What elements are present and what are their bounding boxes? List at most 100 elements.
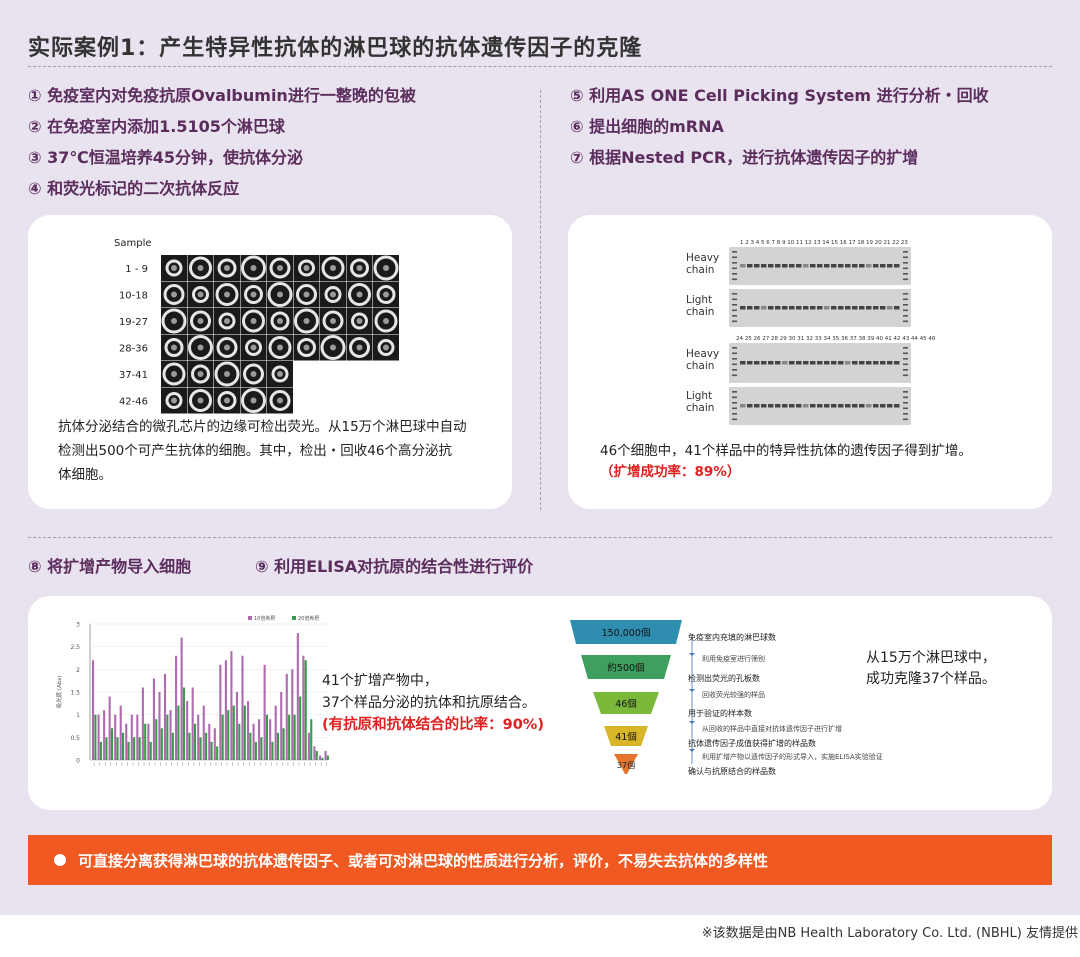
- bar-x20: [227, 710, 230, 760]
- funnel-level-label: 約500個: [607, 662, 644, 674]
- legend-label: 10倍希釈: [254, 615, 275, 622]
- ladder-band: [903, 304, 908, 306]
- gel-band: [768, 361, 774, 365]
- funnel-arrow-2: 回收荧光较强的样品: [702, 691, 765, 699]
- bar-x10: [280, 692, 283, 760]
- elisa-bar-chart: 3 2.5 2 1.5 1 0.5 0 吸光度 (Abs) 10倍希釈 20倍希釈: [55, 615, 329, 766]
- gel-band: [782, 306, 788, 310]
- gel-band: [740, 361, 746, 365]
- microarray-caption-line: 体细胞。: [58, 467, 112, 483]
- bar-x10: [274, 705, 277, 760]
- ladder-band: [903, 251, 908, 253]
- step-8: ⑧ 将扩增产物导入细胞: [28, 557, 192, 576]
- bar-x10: [318, 755, 322, 760]
- gel-band: [810, 264, 816, 268]
- y-tick-label: 1: [76, 712, 80, 719]
- ladder-band: [903, 293, 908, 295]
- funnel-arrow-4: 利用扩增产物以遗传因子的形式导入，实施ELISA实验验证: [702, 753, 883, 761]
- bar-x20: [144, 723, 147, 760]
- gel-band: [845, 264, 851, 268]
- elisa-card: 3 2.5 2 1.5 1 0.5 0 吸光度 (Abs) 10倍希釈 20倍希釈 41个扩增产物…: [28, 596, 1052, 810]
- gel-band: [873, 361, 879, 365]
- gel-band: [796, 306, 802, 310]
- elisa-highlight: (有抗原和抗体结合的比率：90%): [322, 717, 544, 733]
- ladder-band: [903, 413, 908, 415]
- well-center: [224, 371, 230, 377]
- gel-band: [789, 404, 795, 408]
- flow-arrow-icon: [689, 653, 695, 656]
- bar-x20: [110, 728, 114, 760]
- gel-row-label: Light: [686, 294, 712, 306]
- clone-caption: 从15万个淋巴球中， 成功克隆37个样品。: [866, 648, 1046, 690]
- gel-band: [761, 306, 767, 310]
- gel-band: [887, 264, 893, 268]
- bar-x10: [252, 723, 255, 760]
- y-tick-label: 3: [76, 622, 80, 629]
- gel-band: [859, 361, 865, 365]
- gel-row-label: chain: [686, 360, 714, 372]
- ladder-band: [903, 402, 908, 404]
- gel-band: [796, 404, 802, 408]
- funnel-level-label: 41個: [615, 731, 637, 743]
- gel-band: [873, 404, 879, 408]
- ladder-band: [903, 256, 908, 259]
- gel-band: [824, 361, 830, 365]
- gel-band: [887, 306, 893, 310]
- bar-x10: [114, 714, 117, 760]
- gel-band: [803, 404, 809, 408]
- ladder-band: [732, 396, 737, 399]
- funnel-arrow-1: 利用免疫室进行筛别: [702, 655, 765, 663]
- well-center: [277, 344, 283, 351]
- well-center: [250, 291, 257, 298]
- bar-x20: [138, 737, 141, 760]
- well-center: [383, 265, 389, 271]
- ladder-band: [903, 309, 908, 312]
- bar-x10: [163, 673, 167, 760]
- gel-band: [754, 264, 760, 268]
- gel-band: [831, 404, 837, 408]
- well-center: [277, 371, 283, 377]
- bar-x10: [258, 719, 261, 760]
- ladder-band: [732, 402, 737, 404]
- ladder-band: [732, 278, 737, 281]
- gel-band: [866, 306, 872, 310]
- ladder-band: [732, 363, 737, 366]
- gel-band: [803, 264, 809, 268]
- gel-band: [838, 306, 844, 310]
- bar-x10: [152, 678, 155, 760]
- well-center: [303, 291, 310, 298]
- well-center: [197, 344, 204, 351]
- lane-numbers-top: 1 2 3 4 5 6 7 8 9 10 11 12 13 14 15 16 1…: [740, 240, 908, 246]
- gel-band: [768, 264, 774, 268]
- column-divider: [540, 90, 541, 510]
- gel-card: 1 2 3 4 5 6 7 8 9 10 11 12 13 14 15 16 1…: [568, 215, 1052, 509]
- well-center: [171, 265, 177, 271]
- gel-band: [859, 264, 865, 268]
- well-center: [330, 318, 336, 324]
- gel-band: [859, 404, 865, 408]
- well-center: [277, 265, 283, 271]
- y-tick-label: 2: [76, 667, 80, 674]
- flow-arrow-icon: [689, 749, 695, 752]
- gel-band: [747, 404, 753, 408]
- bar-x20: [232, 705, 235, 760]
- ladder-band: [903, 315, 908, 317]
- bullet-icon: [54, 854, 66, 866]
- well-center: [303, 344, 310, 351]
- bar-x20: [326, 755, 329, 760]
- gel-band: [817, 361, 823, 365]
- row-label: 37-41: [119, 370, 148, 381]
- bar-x20: [299, 696, 302, 760]
- bar-x10: [302, 655, 305, 760]
- gel-band: [824, 404, 830, 408]
- well-center: [197, 318, 204, 324]
- gel-band: [810, 306, 816, 310]
- y-tick-label: 0.5: [70, 735, 80, 742]
- ladder-band: [732, 273, 737, 275]
- gel-band: [754, 361, 760, 365]
- gel-band: [852, 306, 858, 310]
- gel-band: [768, 404, 774, 408]
- step-1: ① 免疫室内对免疫抗原Ovalbumin进行一整晚的包被: [28, 86, 416, 105]
- gel-caption-text: 46个细胞中，41个样品中的特异性抗体的遗传因子得到扩增。: [600, 443, 972, 459]
- row-label: 42-46: [119, 397, 148, 408]
